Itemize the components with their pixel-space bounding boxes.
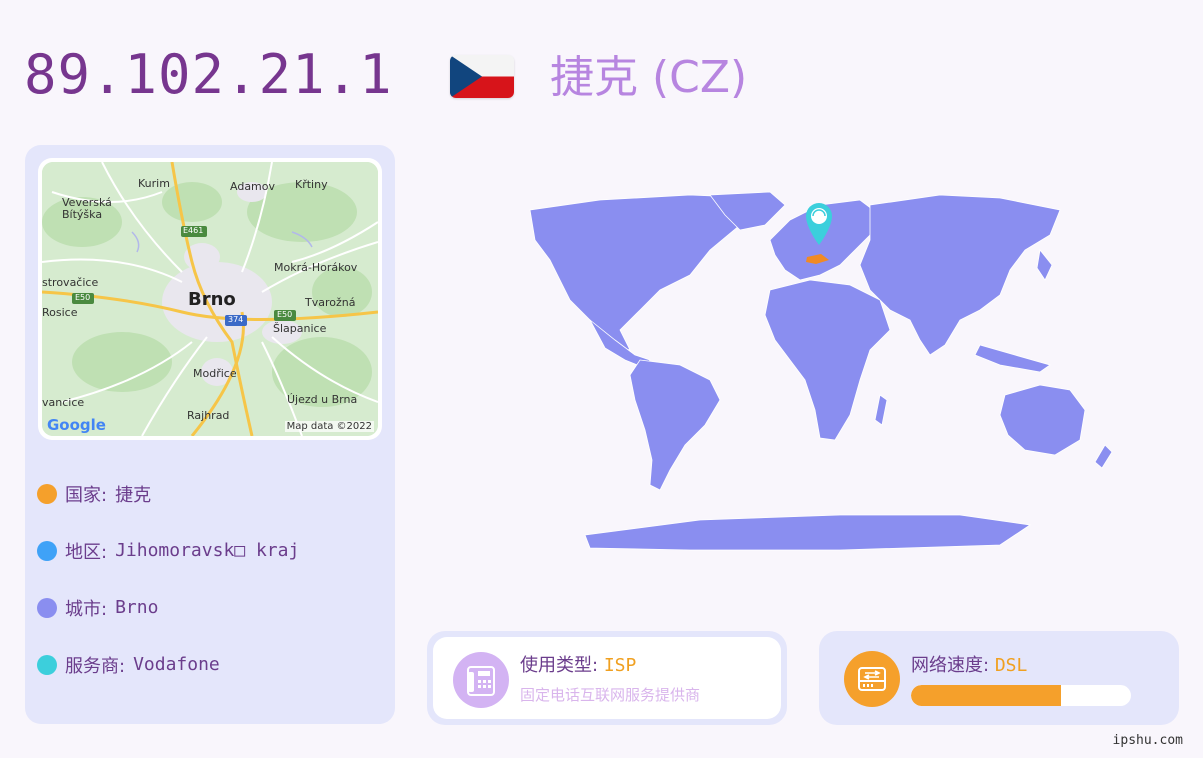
ip-address: 89.102.21.1 — [24, 43, 393, 106]
map-label-rajhrad: Rajhrad — [187, 409, 230, 422]
info-region-value: Jihomoravsk□ kraj — [115, 540, 300, 561]
info-isp: 服务商: Vodafone — [37, 636, 299, 693]
czech-flag-icon — [450, 55, 514, 98]
network-speed-value: DSL — [994, 655, 1028, 676]
usage-type-desc: 固定电话互联网服务提供商 — [520, 686, 701, 704]
map-label-kurim: Kurim — [138, 177, 170, 190]
map-label-rosice: Rosice — [42, 306, 78, 319]
map-label-krtiny: Křtiny — [295, 178, 328, 191]
network-speed-row: 网络速度: DSL — [911, 651, 1027, 677]
city-map: Kurim Adamov Křtiny Veverská Bítýška Mok… — [38, 158, 382, 440]
site-footer[interactable]: ipshu.com — [1113, 733, 1183, 748]
map-label-tvarozna: Tvarožná — [305, 296, 356, 309]
map-labels: Kurim Adamov Křtiny Veverská Bítýška Mok… — [42, 162, 378, 436]
map-label-slapanice: Šlapanice — [273, 322, 327, 335]
info-isp-value: Vodafone — [133, 654, 220, 675]
network-speed-label: 网络速度: — [911, 655, 990, 676]
info-region-label: 地区: — [65, 541, 108, 563]
map-label-adamov: Adamov — [230, 180, 276, 193]
map-label-vancice: vancice — [42, 396, 85, 409]
usage-type-row: 使用类型: ISP — [520, 651, 636, 677]
map-attribution: Map data ©2022 — [284, 421, 374, 432]
info-list: 国家: 捷克 地区: Jihomoravsk□ kraj 城市: Brno 服务… — [37, 465, 299, 693]
usage-type-label: 使用类型: — [520, 655, 599, 676]
road-shield-e461: E461 — [183, 226, 204, 235]
road-shield-374: 374 — [228, 315, 244, 324]
world-map — [440, 180, 1180, 570]
map-label-mokra: Mokrá-Horákov — [274, 261, 358, 274]
info-city-label: 城市: — [65, 598, 108, 620]
info-country: 国家: 捷克 — [37, 465, 299, 522]
country-dot-icon — [37, 483, 57, 504]
isp-dot-icon — [37, 654, 57, 675]
info-region: 地区: Jihomoravsk□ kraj — [37, 522, 299, 579]
country-title: 捷克 (CZ) — [550, 52, 748, 103]
speed-bar — [911, 685, 1131, 706]
map-label-ujezd: Újezd u Brna — [287, 393, 358, 406]
city-dot-icon — [37, 597, 57, 618]
speed-bar-fill — [911, 685, 1061, 706]
network-speed-card: 网络速度: DSL — [819, 631, 1179, 725]
info-city-value: Brno — [115, 597, 159, 618]
region-dot-icon — [37, 540, 57, 561]
map-label-modrice: Modřice — [193, 367, 237, 380]
info-isp-label: 服务商: — [65, 655, 126, 677]
usage-type-value: ISP — [603, 655, 637, 676]
map-label-veverska: Veverská Bítýška — [62, 196, 112, 221]
map-label-brno: Brno — [188, 289, 236, 310]
location-pin-icon — [806, 203, 832, 245]
network-drive-icon — [844, 651, 900, 707]
phone-fax-icon — [453, 652, 509, 708]
location-card: Kurim Adamov Křtiny Veverská Bítýška Mok… — [25, 145, 395, 724]
info-city: 城市: Brno — [37, 579, 299, 636]
road-shield-e50-west: E50 — [75, 293, 91, 302]
google-logo: Google — [47, 416, 106, 434]
map-label-strovacice: strovačice — [42, 276, 99, 289]
road-shield-e50-east: E50 — [277, 310, 293, 319]
info-country-value: 捷克 — [115, 484, 152, 506]
usage-type-card: 使用类型: ISP 固定电话互联网服务提供商 — [427, 631, 787, 725]
info-country-label: 国家: — [65, 484, 108, 506]
